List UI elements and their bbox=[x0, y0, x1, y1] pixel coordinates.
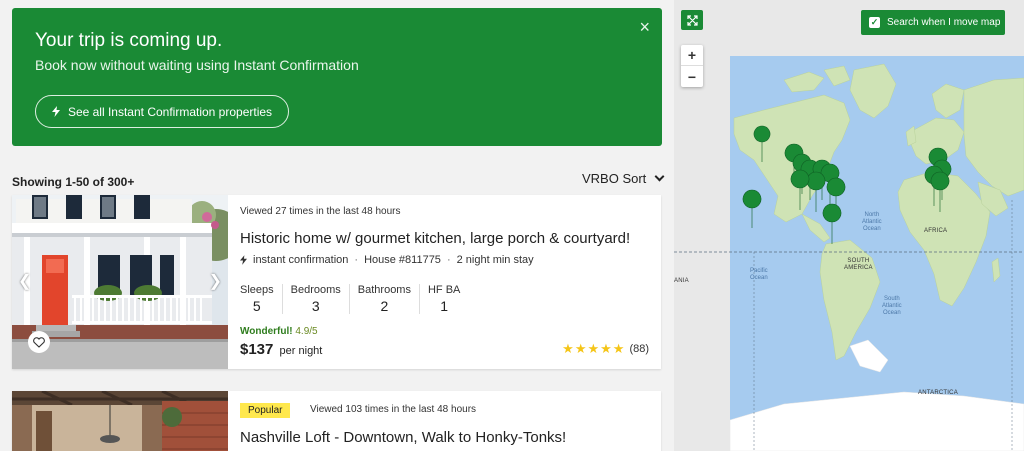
stat-bedrooms: Bedrooms 3 bbox=[291, 284, 350, 314]
sort-dropdown[interactable]: VRBO Sort bbox=[582, 171, 665, 186]
lightning-icon bbox=[51, 106, 60, 117]
listing-photo[interactable]: ❮ ❯ bbox=[12, 195, 228, 369]
sort-label: VRBO Sort bbox=[582, 171, 647, 186]
star-icon: ★ bbox=[587, 341, 599, 356]
separator-dot: · bbox=[354, 254, 359, 266]
checkbox-checked-icon[interactable]: ✓ bbox=[869, 17, 880, 28]
star-icon: ★ bbox=[612, 341, 625, 356]
listing-card[interactable]: ❮ ❯ Viewed 27 times in the last 48 hours… bbox=[12, 195, 661, 369]
star-icon: ★ bbox=[562, 341, 574, 356]
instant-confirmation-banner: Your trip is coming up. Book now without… bbox=[12, 8, 662, 146]
zoom-controls: + − bbox=[681, 45, 703, 87]
stat-value: 2 bbox=[380, 298, 389, 314]
results-count: Showing 1-50 of 300+ bbox=[12, 175, 135, 189]
listing-stats: Sleeps 5 Bedrooms 3 Bathrooms 2 HF BA 1 bbox=[240, 284, 476, 314]
map-panel[interactable]: North Atlantic Ocean AFRICA SOUTH AMERICA P… bbox=[674, 0, 1024, 451]
lightning-icon bbox=[240, 255, 247, 265]
zoom-out-button[interactable]: − bbox=[681, 66, 703, 87]
search-when-move-label: Search when I move map bbox=[887, 17, 1001, 28]
stat-half-baths: HF BA 1 bbox=[428, 284, 468, 314]
star-rating[interactable]: ★ ★ ★ ★ ★ (88) bbox=[562, 341, 649, 357]
stat-value: 5 bbox=[252, 298, 261, 314]
results-panel: Your trip is coming up. Book now without… bbox=[0, 0, 672, 451]
see-instant-confirmation-button[interactable]: See all Instant Confirmation properties bbox=[35, 95, 289, 128]
review-count: (88) bbox=[629, 343, 649, 355]
loft-photo bbox=[12, 391, 228, 451]
price-unit: per night bbox=[279, 345, 323, 357]
listing-title[interactable]: Historic home w/ gourmet kitchen, large … bbox=[240, 230, 630, 247]
price: $137 per night bbox=[240, 341, 322, 358]
stat-label: Bedrooms bbox=[290, 284, 341, 296]
map-label-asia-edge: ANIA bbox=[674, 278, 689, 284]
stat-label: Bathrooms bbox=[357, 284, 411, 296]
expand-icon bbox=[686, 14, 698, 26]
map-label-africa: AFRICA bbox=[924, 228, 948, 234]
listing-photo[interactable] bbox=[12, 391, 228, 451]
listing-details: Viewed 27 times in the last 48 hours His… bbox=[240, 195, 661, 369]
map-label-pacific: Pacific Ocean bbox=[750, 268, 768, 281]
map-label-antarctica: ANTARCTICA bbox=[918, 390, 958, 396]
world-map bbox=[674, 0, 1024, 451]
price-amount: $137 bbox=[240, 341, 274, 358]
zoom-in-button[interactable]: + bbox=[681, 45, 703, 66]
photo-next-arrow[interactable]: ❯ bbox=[209, 271, 222, 291]
favorite-heart-icon[interactable] bbox=[28, 331, 50, 353]
star-icon: ★ bbox=[574, 341, 587, 356]
map-label-south-atlantic: South Atlantic Ocean bbox=[882, 296, 902, 316]
stat-label: HF BA bbox=[427, 284, 461, 296]
close-icon[interactable]: × bbox=[639, 18, 650, 36]
stat-value: 3 bbox=[311, 298, 320, 314]
star-icon: ★ bbox=[600, 341, 612, 356]
min-stay: 2 night min stay bbox=[456, 254, 534, 266]
map-label-south-america: SOUTH AMERICA bbox=[844, 258, 873, 271]
rating-summary: Wonderful! 4.9/5 bbox=[240, 326, 318, 337]
stat-bathrooms: Bathrooms 2 bbox=[358, 284, 420, 314]
stat-value: 1 bbox=[440, 298, 449, 314]
stat-sleeps: Sleeps 5 bbox=[240, 284, 283, 314]
listing-card[interactable]: Popular Viewed 103 times in the last 48 … bbox=[12, 391, 661, 451]
rating-score: 4.9/5 bbox=[295, 326, 318, 337]
instant-confirmation-text: instant confirmation bbox=[253, 254, 349, 266]
banner-title: Your trip is coming up. bbox=[35, 30, 223, 51]
banner-subtitle: Book now without waiting using Instant C… bbox=[35, 57, 359, 73]
separator-dot: · bbox=[446, 254, 451, 266]
listing-details: Popular Viewed 103 times in the last 48 … bbox=[240, 391, 661, 451]
listing-title[interactable]: Nashville Loft - Downtown, Walk to Honky… bbox=[240, 429, 566, 446]
photo-prev-arrow[interactable]: ❮ bbox=[18, 271, 31, 291]
stat-label: Sleeps bbox=[240, 284, 274, 296]
chevron-down-icon bbox=[654, 171, 665, 182]
expand-map-button[interactable] bbox=[681, 10, 703, 30]
view-count: Viewed 103 times in the last 48 hours bbox=[310, 404, 477, 415]
view-count: Viewed 27 times in the last 48 hours bbox=[240, 206, 401, 217]
popular-badge: Popular bbox=[240, 403, 291, 418]
rating-word: Wonderful! bbox=[240, 326, 293, 337]
see-instant-confirmation-label: See all Instant Confirmation properties bbox=[67, 104, 273, 119]
search-when-move-toggle[interactable]: ✓ Search when I move map bbox=[861, 10, 1005, 35]
house-number: House #811775 bbox=[364, 254, 441, 266]
listing-meta: instant confirmation · House #811775 · 2… bbox=[240, 254, 534, 266]
map-label-north-atlantic: North Atlantic Ocean bbox=[862, 212, 882, 232]
